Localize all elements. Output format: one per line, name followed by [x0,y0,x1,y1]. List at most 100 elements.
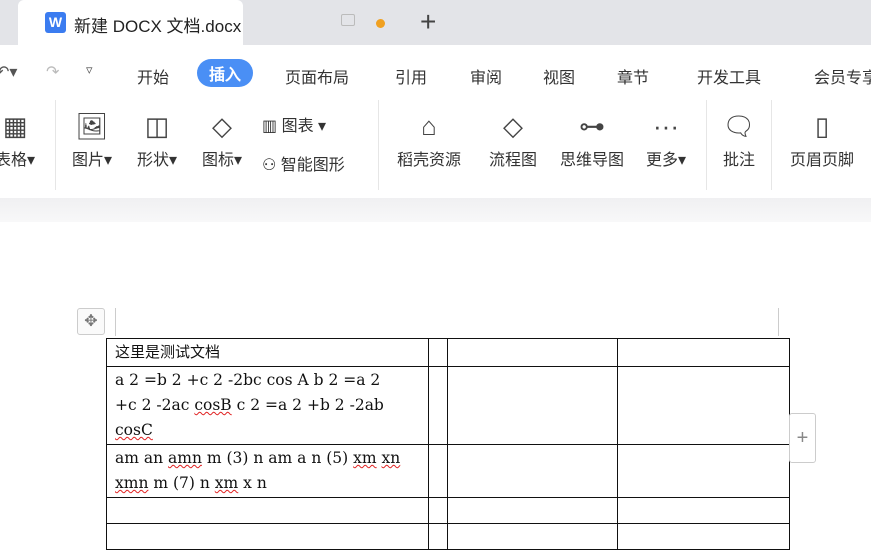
document-table: 这里是测试文档 a 2 =b 2 +c 2 -2bc cos A b 2 =a … [106,338,790,550]
table-cell[interactable] [428,523,448,550]
table-cell[interactable] [428,497,448,524]
spellcheck-word: xn [381,449,401,467]
divider [706,100,707,190]
comment-icon: 🗨 [722,111,756,141]
table-cell[interactable] [447,366,618,445]
mindmap-button[interactable]: ⊶ 思维导图 [554,106,630,170]
table-cell[interactable] [428,366,448,445]
icons-icon: ◇ [212,111,232,141]
spellcheck-word: xm [353,449,377,467]
chart-icon: ▥ [262,118,278,135]
table-cell[interactable] [617,523,790,550]
menu-page-layout[interactable]: 页面布局 [285,64,349,88]
table-cell[interactable] [617,497,790,524]
flowchart-button[interactable]: ◇ 流程图 [484,106,542,170]
cell-text: am an [115,449,169,467]
table-cell[interactable]: a 2 =b 2 +c 2 -2bc cos A b 2 =a 2 +c 2 -2… [106,366,429,445]
picture-button[interactable]: 🖼 图片▾ [66,106,118,170]
redo-icon[interactable]: ↷ [46,62,59,82]
comment-button[interactable]: 🗨 批注 [718,106,760,170]
cell-text: a 2 =b 2 +c 2 -2bc cos A b 2 =a 2 [115,371,381,389]
daoke-resources-button[interactable]: ⌂ 稻壳资源 [392,106,466,170]
new-tab-button[interactable]: + [420,6,436,38]
margin-guide [778,308,779,336]
table-row [106,497,790,524]
menu-view[interactable]: 视图 [543,64,575,88]
table-icon: ▦ [2,111,28,141]
table-cell[interactable] [428,444,448,498]
shape-icon: ◫ [144,111,170,141]
ribbon-shadow [0,198,871,222]
label: 思维导图 [559,152,624,169]
flowchart-icon: ◇ [503,111,523,141]
picture-icon: 🖼 [75,111,109,141]
table-cell[interactable] [447,497,618,524]
divider [771,100,772,190]
table-row: a 2 =b 2 +c 2 -2bc cos A b 2 =a 2 +c 2 -2… [106,366,790,445]
table-button[interactable]: ▦ 表格▾ [0,106,40,170]
wps-writer-icon: W [45,12,66,33]
table-cell[interactable] [428,338,448,367]
table-cell[interactable] [617,366,790,445]
table-cell[interactable] [617,338,790,367]
label: 智能图形 [280,157,345,174]
spellcheck-word: xm [214,474,239,492]
menu-developer[interactable]: 开发工具 [697,64,761,88]
unsaved-dot-icon [376,19,385,28]
menu-chapter[interactable]: 章节 [617,64,649,88]
table-cell[interactable] [106,523,429,550]
customize-icon[interactable]: ▿ [86,62,93,78]
undo-icon[interactable]: ↶▾ [0,62,17,82]
smart-graphic-button[interactable]: ⚇ 智能图形 [262,151,345,175]
label: 更多 [645,152,678,169]
document-tab[interactable]: W 新建 DOCX 文档.docx [18,0,243,45]
table-cell[interactable] [447,338,618,367]
monitor-icon[interactable] [341,14,355,26]
add-column-button[interactable]: + [789,413,816,463]
label: 图表 [281,118,314,135]
icon-button[interactable]: ◇ 图标▾ [196,106,248,170]
table-cell[interactable] [106,497,429,524]
more-icon: ··· [653,111,679,141]
label: 流程图 [488,152,537,169]
menu-bar: ↶▾ ↷ ▿ 开始 插入 页面布局 引用 审阅 视图 章节 开发工具 会员专享 [0,45,871,100]
tab-title: 新建 DOCX 文档.docx [74,17,242,36]
cell-text: m (3) n am a n (5) [201,449,354,467]
header-footer-icon: ▯ [814,111,830,141]
table-cell[interactable] [617,444,790,498]
smart-graphic-icon: ⚇ [262,157,277,174]
ribbon: ▦ 表格▾ 🖼 图片▾ ◫ 形状▾ ◇ 图标▾ ▥ 图表 ▾ ⚇ 智能图形 ⌂ 稻壳资源 … [0,100,871,198]
divider [55,100,56,190]
label: 稻壳资源 [396,152,461,169]
table-cell[interactable]: am an amn m (3) n am a n (5) xm xn xmn m … [106,444,429,498]
menu-insert[interactable]: 插入 [197,59,254,87]
table-cell[interactable]: 这里是测试文档 [106,338,429,367]
cell-text: 这里是测试文档 [115,343,221,361]
label: 形状 [136,152,169,169]
table-row: am an amn m (3) n am a n (5) xm xn xmn m … [106,444,790,498]
cell-text: c 2 =a 2 +b 2 -2ab [231,396,384,414]
spellcheck-word: cosC [115,421,153,439]
menu-start[interactable]: 开始 [137,64,169,88]
menu-references[interactable]: 引用 [395,64,427,88]
cell-text: +c 2 -2ac [115,396,195,414]
label: 图片 [71,152,104,169]
spellcheck-word: xmn [115,474,149,492]
label: 批注 [722,152,755,169]
chart-button[interactable]: ▥ 图表 ▾ [262,112,326,136]
table-move-handle[interactable]: ✥ [77,308,105,335]
spellcheck-word: cosB [194,396,232,414]
store-icon: ⌂ [421,111,437,141]
margin-guide [115,308,116,336]
menu-review[interactable]: 审阅 [470,64,502,88]
mindmap-icon: ⊶ [579,111,605,141]
table-cell[interactable] [447,444,618,498]
table-row [106,523,790,550]
table-row: 这里是测试文档 [106,338,790,367]
menu-member[interactable]: 会员专享 [814,64,871,88]
shape-button[interactable]: ◫ 形状▾ [131,106,183,170]
more-button[interactable]: ··· 更多▾ [640,106,692,170]
header-footer-button[interactable]: ▯ 页眉页脚 [784,106,860,170]
spellcheck-word: amn [168,449,202,467]
table-cell[interactable] [447,523,618,550]
